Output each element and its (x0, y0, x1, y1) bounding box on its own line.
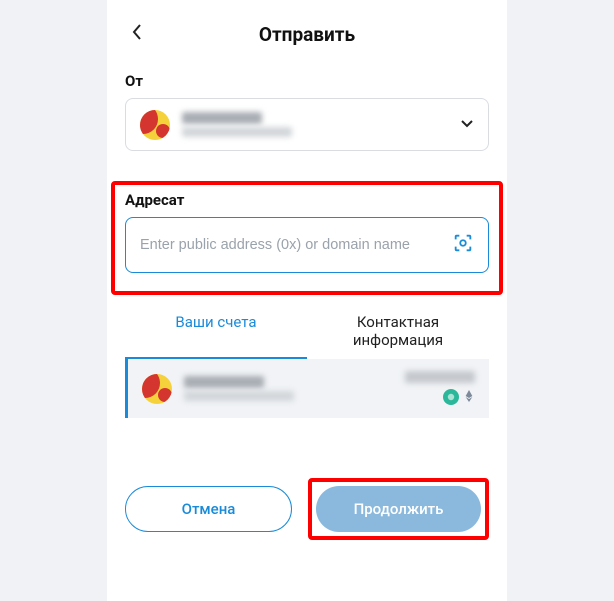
account-avatar (142, 374, 172, 404)
chevron-down-icon (460, 115, 474, 134)
chevron-left-icon (132, 24, 142, 40)
recipient-tabs: Ваши счета Контактная информация (125, 305, 489, 359)
tab-your-accounts[interactable]: Ваши счета (125, 305, 307, 359)
recipient-input[interactable] (140, 237, 442, 253)
continue-highlight: Продолжить (308, 478, 489, 540)
account-row-text (184, 373, 294, 404)
scan-icon (452, 232, 474, 254)
ethereum-icon (463, 387, 475, 406)
from-account-selector[interactable] (125, 98, 489, 151)
account-row-right (405, 371, 475, 406)
network-badges (443, 387, 475, 406)
continue-button[interactable]: Продолжить (316, 486, 481, 532)
recipient-label: Адресат (125, 191, 489, 209)
tab-contacts[interactable]: Контактная информация (307, 305, 489, 359)
network-badge-green (443, 389, 459, 405)
footer-actions: Отмена Продолжить (125, 478, 489, 540)
account-avatar (140, 110, 170, 140)
balance-redacted (405, 371, 475, 383)
account-list-item[interactable] (125, 359, 489, 418)
header: Отправить (125, 18, 489, 50)
recipient-highlight: Адресат (111, 181, 503, 295)
scan-qr-button[interactable] (452, 232, 474, 258)
account-chain-redacted (182, 127, 292, 137)
back-button[interactable] (125, 20, 149, 44)
from-label: От (125, 72, 489, 90)
send-panel: Отправить От Адресат (107, 0, 507, 601)
recipient-field-wrap (125, 217, 489, 273)
account-text (182, 109, 448, 140)
account-chain-redacted (184, 391, 294, 401)
account-name-redacted (182, 112, 262, 124)
account-name-redacted (184, 376, 264, 388)
cancel-button[interactable]: Отмена (125, 486, 292, 532)
page-title: Отправить (259, 23, 355, 46)
